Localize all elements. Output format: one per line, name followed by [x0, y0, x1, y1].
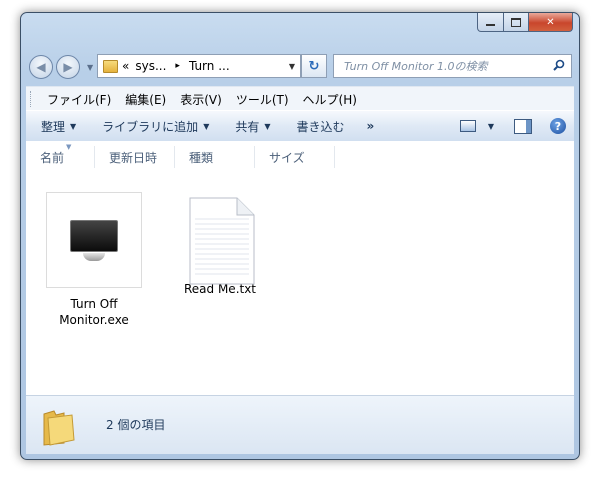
menu-tools[interactable]: ツール(T)	[229, 89, 296, 110]
share-label: 共有	[235, 119, 260, 134]
caption-buttons: ✕	[477, 13, 573, 32]
sort-indicator-icon: ▼	[66, 143, 72, 151]
share-button[interactable]: 共有 ▼	[235, 118, 270, 135]
column-header-modified[interactable]: 更新日時	[95, 146, 175, 168]
close-button[interactable]: ✕	[529, 13, 573, 32]
chevron-down-icon: ▼	[70, 121, 77, 131]
item-count: 2 個の項目	[106, 418, 166, 432]
change-view-button[interactable]: ▼	[454, 120, 494, 132]
file-item-turn-off-monitor[interactable]: Turn Off Monitor.exe	[44, 192, 144, 328]
minimize-button[interactable]	[477, 13, 504, 32]
column-header-name[interactable]: ▼ 名前	[26, 143, 95, 168]
monitor-graphic	[70, 219, 118, 261]
column-header-type[interactable]: 種類	[175, 146, 255, 168]
menu-edit[interactable]: 編集(E)	[118, 89, 173, 110]
maximize-button[interactable]	[504, 13, 529, 32]
view-icon	[459, 120, 476, 132]
search-input[interactable]	[342, 58, 551, 74]
forward-button[interactable]: ▶	[56, 55, 80, 79]
menu-help[interactable]: ヘルプ(H)	[296, 89, 364, 110]
organize-button[interactable]: 整理 ▼	[41, 118, 76, 135]
folder-icon	[103, 59, 118, 73]
burn-label: 書き込む	[296, 119, 345, 134]
monitor-icon	[46, 192, 142, 288]
command-bar: 整理 ▼ ライブラリに追加 ▼ 共有 ▼ 書き込む » ▼ ?	[26, 110, 574, 142]
refresh-button[interactable]: ↻	[301, 54, 327, 78]
explorer-window: ✕ ◀ ▶ ▼ « sys... ▸ Turn ... ▼ ↻ ファイル(F) …	[20, 12, 580, 460]
column-name-label: 名前	[40, 150, 65, 165]
file-item-readme[interactable]: Read Me.txt	[178, 197, 262, 297]
file-list-pane[interactable]: ▼ 名前 更新日時 種類 サイズ Turn Off Monitor.exe Re…	[26, 141, 574, 395]
column-header-size[interactable]: サイズ	[255, 146, 335, 168]
chevron-down-icon: ▼	[288, 61, 296, 71]
add-to-library-label: ライブラリに追加	[102, 119, 199, 134]
monitor-stand	[83, 252, 105, 261]
column-type-label: 種類	[189, 150, 214, 165]
close-icon: ✕	[546, 16, 555, 28]
search-box[interactable]	[333, 54, 572, 78]
minimize-icon	[486, 24, 495, 26]
file-name-label: Turn Off Monitor.exe	[44, 296, 144, 328]
breadcrumb-segment[interactable]: sys...	[135, 59, 166, 73]
search-icon[interactable]	[553, 59, 565, 71]
column-headers: ▼ 名前 更新日時 種類 サイズ	[26, 143, 335, 168]
refresh-icon: ↻	[308, 58, 320, 74]
help-button[interactable]: ?	[550, 118, 566, 134]
monitor-screen	[70, 219, 118, 252]
chevron-down-icon: ▼	[87, 63, 94, 72]
column-modified-label: 更新日時	[109, 150, 158, 165]
breadcrumb-segment[interactable]: Turn ...	[189, 59, 230, 73]
address-history-dropdown[interactable]: ▼	[284, 62, 300, 71]
text-file-icon	[189, 197, 255, 285]
command-bar-right: ▼ ?	[454, 111, 574, 141]
back-button[interactable]: ◀	[29, 55, 53, 79]
maximize-icon	[511, 17, 521, 27]
breadcrumb-separator[interactable]: ▸	[175, 61, 180, 71]
more-commands-button[interactable]: »	[367, 119, 375, 133]
chevron-down-icon: ▼	[487, 121, 494, 131]
menu-grip	[30, 91, 34, 107]
column-size-label: サイズ	[269, 150, 305, 165]
file-name-line2: Monitor.exe	[59, 313, 129, 327]
recent-pages-dropdown[interactable]: ▼	[87, 63, 93, 72]
chevron-down-icon: ▼	[264, 121, 271, 131]
details-pane: 2 個の項目	[26, 395, 574, 454]
back-arrow-icon: ◀	[36, 60, 46, 74]
breadcrumb-overflow[interactable]: «	[122, 59, 129, 73]
forward-arrow-icon: ▶	[63, 60, 73, 74]
burn-button[interactable]: 書き込む	[297, 118, 345, 135]
menu-view[interactable]: 表示(V)	[173, 89, 229, 110]
menu-bar: ファイル(F) 編集(E) 表示(V) ツール(T) ヘルプ(H)	[26, 86, 574, 111]
chevron-down-icon: ▼	[203, 121, 210, 131]
add-to-library-button[interactable]: ライブラリに追加 ▼	[102, 118, 209, 135]
more-label: »	[366, 119, 375, 133]
file-name-line1: Turn Off	[70, 297, 118, 311]
menu-file[interactable]: ファイル(F)	[40, 89, 118, 110]
text-file-graphic	[189, 197, 255, 285]
help-icon: ?	[554, 119, 562, 133]
folder-icon	[43, 410, 75, 446]
address-bar[interactable]: « sys... ▸ Turn ... ▼	[97, 54, 301, 78]
preview-pane-button[interactable]	[514, 118, 532, 134]
organize-label: 整理	[41, 119, 66, 134]
navigation-bar: ◀ ▶ ▼ « sys... ▸ Turn ... ▼ ↻	[21, 51, 579, 81]
